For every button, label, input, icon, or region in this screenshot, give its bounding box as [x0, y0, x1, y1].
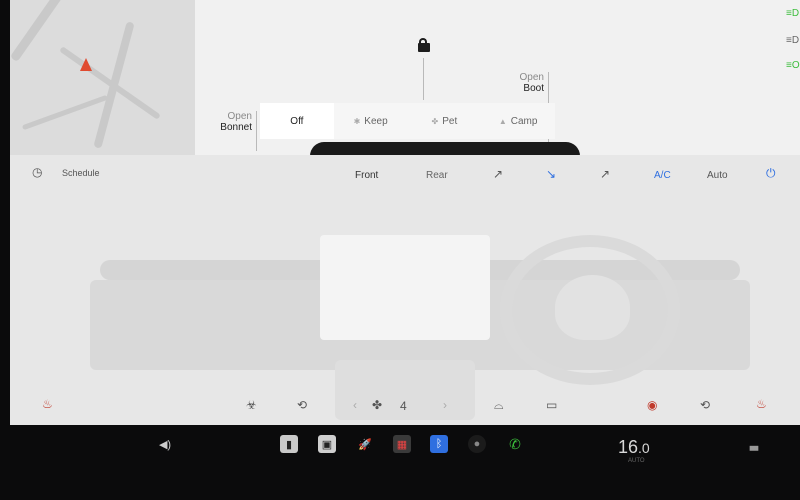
bonnet-leader-line: [256, 111, 257, 151]
seat-climate-icon[interactable]: ⟲: [700, 398, 710, 412]
cabin-temperature[interactable]: 16.0: [618, 437, 650, 458]
front-defrost-icon[interactable]: ⌓: [494, 398, 504, 413]
keep-icon: ✱: [353, 116, 361, 126]
schedule-button[interactable]: Schedule: [62, 168, 100, 178]
rear-defrost-icon[interactable]: ▭: [546, 398, 557, 412]
steering-wheel-hub: [555, 275, 630, 340]
rear-defrost-tab[interactable]: Rear: [426, 170, 448, 181]
mode-keep[interactable]: ✱ Keep: [334, 103, 408, 139]
steering-wheel-heater-icon[interactable]: ◉: [647, 398, 657, 412]
climate-keep-mode-selector: Off ✱ Keep ✤ Pet ▲ Camp: [260, 103, 555, 139]
rocket-app-icon[interactable]: 🚀: [356, 435, 374, 453]
airflow-face-icon[interactable]: ↗: [493, 167, 503, 181]
open-boot-button[interactable]: Open Boot: [510, 72, 544, 94]
manual-icon[interactable]: ▮: [280, 435, 298, 453]
mode-camp[interactable]: ▲ Camp: [481, 103, 555, 139]
lock-leader-line: [423, 58, 424, 100]
ac-button[interactable]: A/C: [654, 170, 671, 181]
recirculation-icon[interactable]: ⟲: [297, 398, 307, 412]
lock-icon[interactable]: [418, 38, 430, 52]
fan-decrease-icon[interactable]: ‹: [353, 398, 357, 412]
fog-light-icon: ≡D: [786, 35, 800, 46]
volume-icon[interactable]: ◀): [156, 435, 174, 453]
headlights-icon: ≡D: [786, 8, 800, 19]
fan-icon: ✤: [372, 398, 383, 412]
arcade-app-icon[interactable]: ▦: [393, 435, 411, 453]
power-icon[interactable]: ⏻: [766, 166, 776, 181]
temperature-mode-label: AUTO: [628, 458, 645, 464]
biohazard-mode-icon[interactable]: ☣: [246, 398, 257, 412]
parking-light-icon: ≡O≡: [786, 60, 800, 71]
driver-seat-heater-icon[interactable]: ♨: [42, 397, 53, 411]
phone-icon[interactable]: ✆: [506, 435, 524, 453]
mode-off[interactable]: Off: [260, 103, 334, 139]
bluetooth-icon[interactable]: ᛒ: [430, 435, 448, 453]
mode-pet[interactable]: ✤ Pet: [408, 103, 482, 139]
airflow-feet-icon[interactable]: ↘: [546, 167, 556, 181]
fan-increase-icon[interactable]: ›: [443, 398, 447, 412]
navigation-arrow-icon: [80, 58, 92, 71]
pet-icon: ✤: [431, 116, 439, 126]
center-screen: [320, 235, 490, 340]
front-defrost-tab[interactable]: Front: [355, 170, 378, 181]
car-roof: [310, 142, 580, 156]
camp-icon: ▲: [498, 116, 507, 126]
auto-button[interactable]: Auto: [707, 170, 728, 181]
map[interactable]: [10, 0, 195, 160]
fan-level: 4: [400, 399, 407, 413]
screen: Open Boot Open Bonnet Off ✱ Keep ✤ Pet ▲ Ca…: [10, 0, 800, 425]
dashcam-icon[interactable]: ▣: [318, 435, 336, 453]
car-icon[interactable]: ▃: [745, 435, 763, 453]
clock-icon[interactable]: ◷: [32, 165, 42, 179]
airflow-windscreen-icon[interactable]: ↗: [600, 167, 610, 181]
camera-icon[interactable]: ●: [468, 435, 486, 453]
climate-panel: ◷ Schedule Front Rear ↗ ↘ ↗ A/C Auto ⏻ ♨…: [10, 155, 800, 425]
passenger-seat-heater-icon[interactable]: ♨: [756, 397, 767, 411]
open-bonnet-button[interactable]: Open Bonnet: [212, 111, 252, 133]
